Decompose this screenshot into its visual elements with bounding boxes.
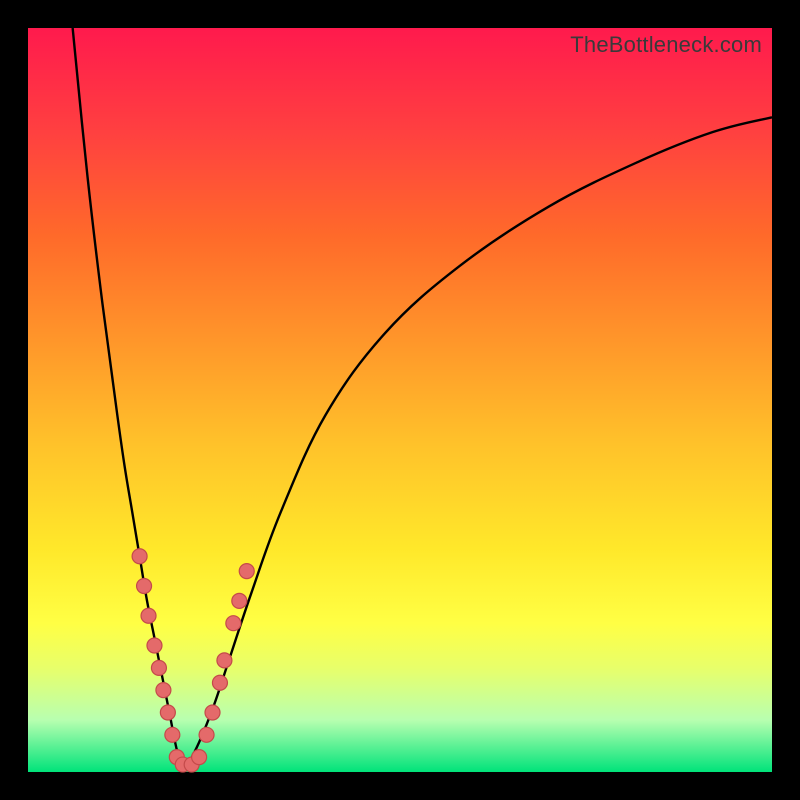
left-branch-curve xyxy=(73,28,185,772)
data-marker xyxy=(160,705,175,720)
data-marker xyxy=(192,750,207,765)
right-branch-curve xyxy=(184,117,772,772)
data-marker xyxy=(239,564,254,579)
data-marker xyxy=(217,653,232,668)
chart-svg xyxy=(28,28,772,772)
data-marker xyxy=(165,727,180,742)
data-marker xyxy=(156,683,171,698)
data-markers xyxy=(132,549,254,772)
data-marker xyxy=(141,608,156,623)
data-marker xyxy=(205,705,220,720)
chart-frame: TheBottleneck.com xyxy=(0,0,800,800)
data-marker xyxy=(232,593,247,608)
data-marker xyxy=(132,549,147,564)
data-marker xyxy=(137,579,152,594)
data-marker xyxy=(199,727,214,742)
plot-area: TheBottleneck.com xyxy=(28,28,772,772)
data-marker xyxy=(226,616,241,631)
data-marker xyxy=(212,675,227,690)
data-marker xyxy=(147,638,162,653)
data-marker xyxy=(151,660,166,675)
